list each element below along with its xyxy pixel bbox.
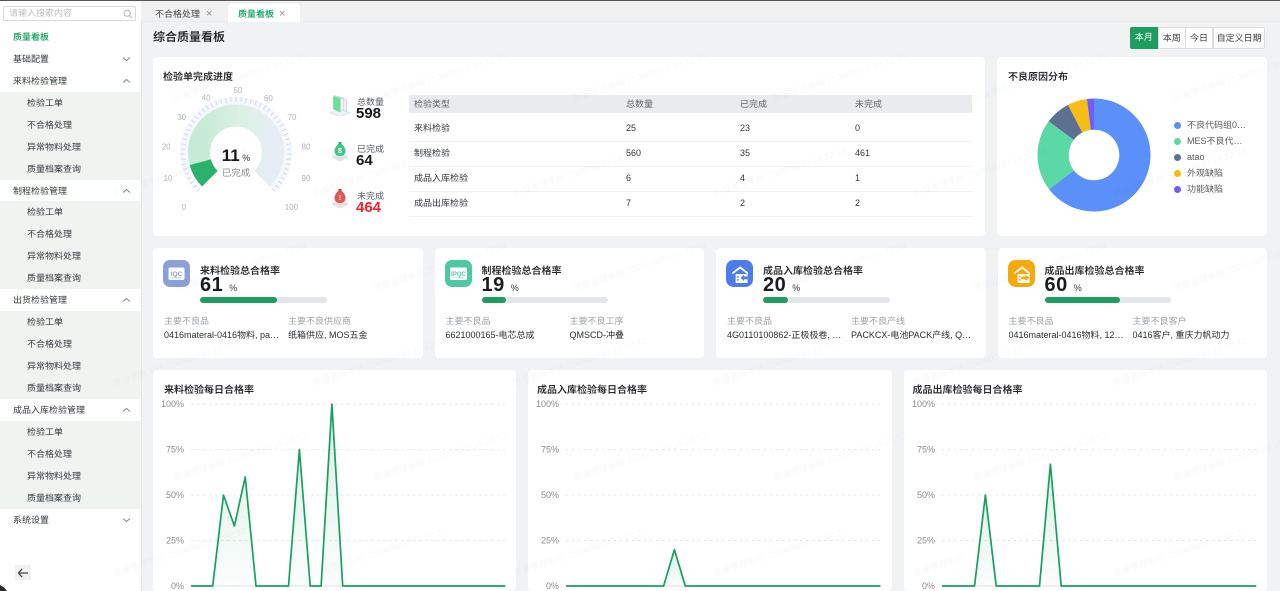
svg-text:70: 70 (288, 113, 297, 122)
svg-text:50%: 50% (541, 490, 559, 500)
svg-text:100%: 100% (536, 399, 559, 409)
svg-text:100: 100 (285, 203, 299, 212)
svg-text:75%: 75% (917, 445, 935, 455)
svg-text:75%: 75% (541, 445, 559, 455)
svg-text:90: 90 (302, 174, 311, 183)
svg-text:!: ! (339, 193, 342, 202)
svg-text:0: 0 (182, 203, 187, 212)
svg-text:20: 20 (162, 143, 171, 152)
svg-text:50: 50 (233, 86, 242, 95)
svg-text:25%: 25% (541, 536, 559, 546)
svg-text:IPQC: IPQC (451, 272, 466, 278)
svg-text:50%: 50% (166, 490, 184, 500)
svg-text:25%: 25% (917, 536, 935, 546)
svg-text:100%: 100% (912, 399, 935, 409)
svg-text:80: 80 (302, 143, 311, 152)
svg-text:60: 60 (264, 94, 273, 103)
svg-text:IQC: IQC (171, 271, 183, 278)
svg-text:30: 30 (177, 113, 186, 122)
svg-text:50%: 50% (917, 490, 935, 500)
svg-text:75%: 75% (166, 445, 184, 455)
svg-text:0%: 0% (171, 581, 184, 591)
svg-text:100%: 100% (161, 399, 184, 409)
svg-text:0%: 0% (922, 581, 935, 591)
svg-text:0%: 0% (546, 581, 559, 591)
